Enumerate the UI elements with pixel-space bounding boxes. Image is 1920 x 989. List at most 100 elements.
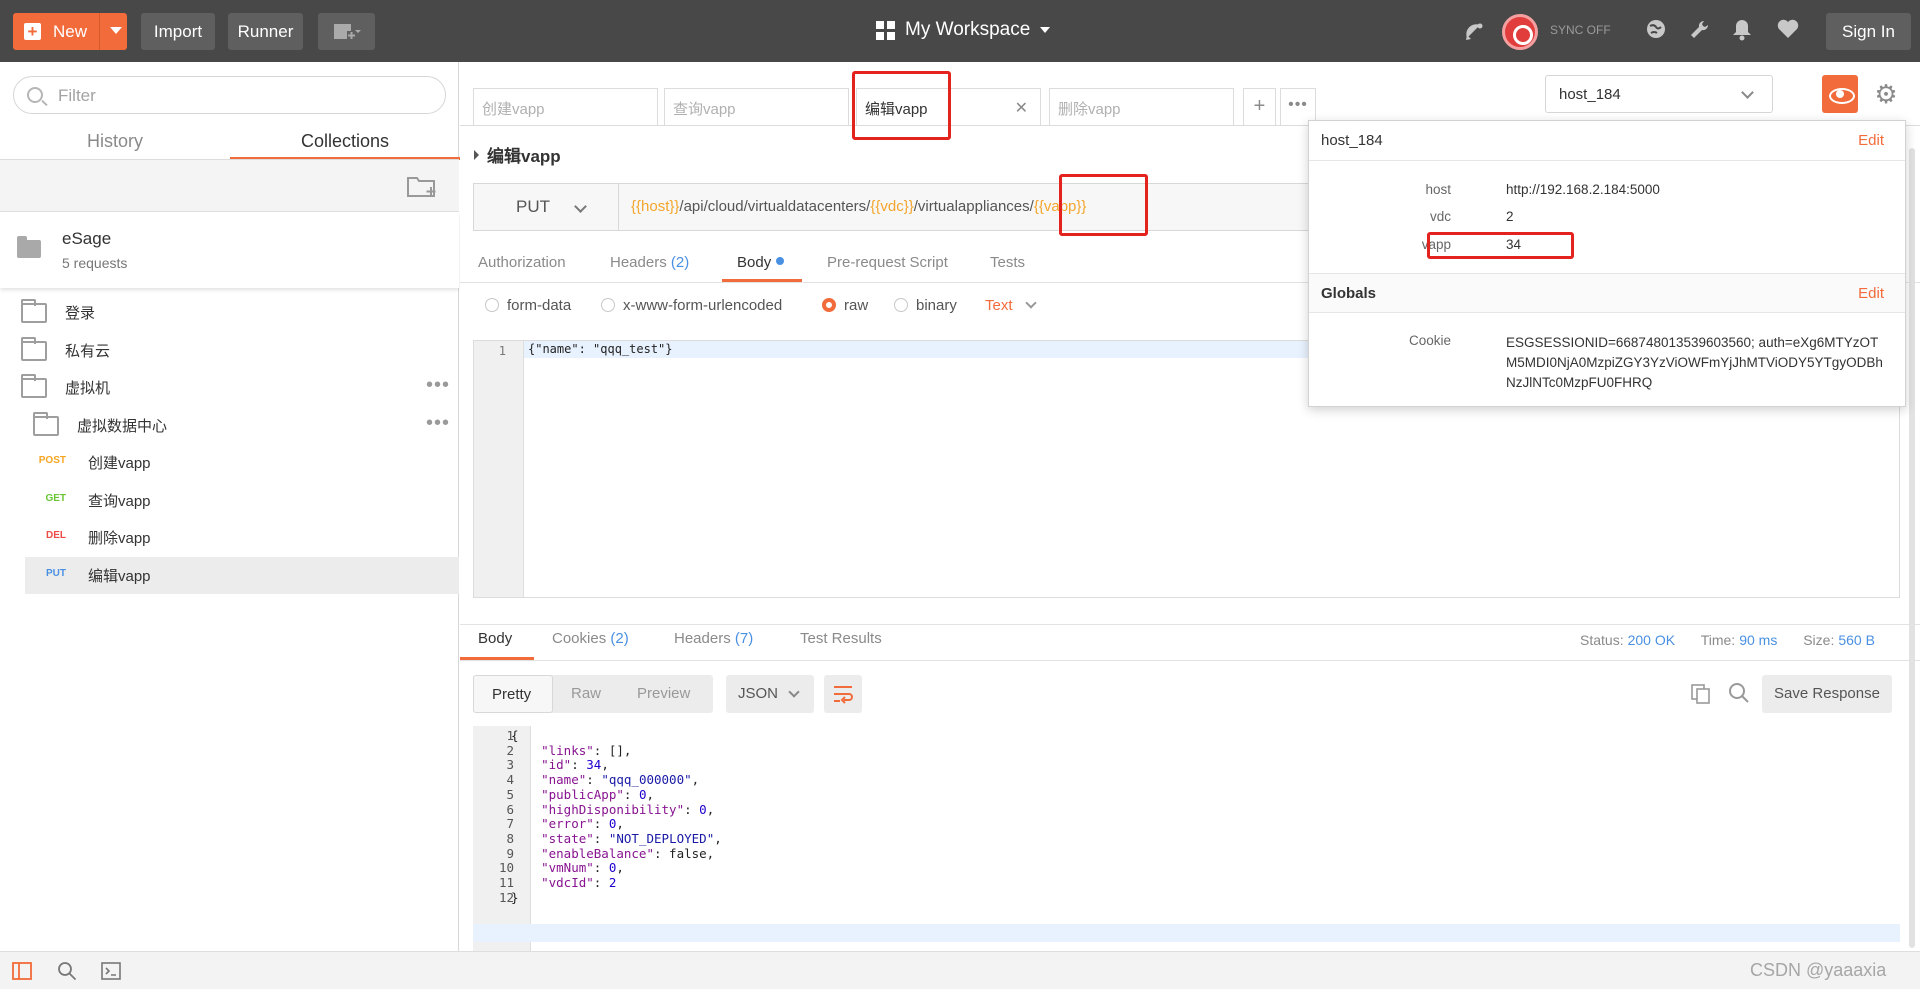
line-number: 11 bbox=[498, 875, 514, 890]
search-icon bbox=[27, 87, 43, 103]
highlight-box-url-var bbox=[1059, 174, 1148, 236]
environment-quick-look: host_184 Edit host http://192.168.2.184:… bbox=[1308, 120, 1906, 407]
tab-create-vapp[interactable]: 创建vapp bbox=[473, 88, 658, 126]
tab-headers[interactable]: Headers (2) bbox=[610, 254, 689, 271]
global-cookie-value: ESGSESSIONID=668748013539603560; auth=eX… bbox=[1506, 335, 1883, 390]
response-line: "vdcId": 2 bbox=[511, 875, 617, 890]
bell-icon[interactable] bbox=[1729, 18, 1755, 44]
tab-collections[interactable]: Collections bbox=[230, 126, 460, 160]
wrap-lines-button[interactable] bbox=[824, 675, 862, 713]
tab-history[interactable]: History bbox=[0, 126, 230, 160]
environment-title: host_184 bbox=[1321, 132, 1383, 149]
tab-query-vapp[interactable]: 查询vapp bbox=[664, 88, 849, 126]
sign-in-button[interactable]: Sign In bbox=[1826, 13, 1911, 50]
request-delete-vapp[interactable]: DEL 删除vapp bbox=[0, 519, 459, 556]
save-response-button[interactable]: Save Response bbox=[1762, 675, 1892, 713]
url-input[interactable]: {{host}}/api/cloud/virtualdatacenters/{{… bbox=[631, 198, 1086, 215]
filter-input[interactable]: Filter bbox=[13, 76, 446, 114]
environment-quick-look-eye-icon[interactable] bbox=[1822, 75, 1858, 113]
folder-open-icon bbox=[21, 374, 47, 398]
radio-urlencoded[interactable]: x-www-form-urlencoded bbox=[601, 297, 782, 314]
search-icon[interactable] bbox=[1728, 682, 1750, 704]
new-collection-icon[interactable] bbox=[406, 173, 438, 199]
chevron-down-icon bbox=[1024, 297, 1037, 309]
request-query-vapp[interactable]: GET 查询vapp bbox=[0, 482, 459, 519]
tab-delete-vapp[interactable]: 删除vapp bbox=[1049, 88, 1234, 126]
folder-vm[interactable]: 虚拟机 ••• bbox=[0, 369, 459, 406]
response-meta: Status: 200 OK Time: 90 ms Size: 560 B bbox=[1580, 632, 1875, 648]
folder-open-icon bbox=[33, 412, 59, 436]
request-edit-vapp[interactable]: PUT 编辑vapp bbox=[25, 557, 459, 594]
environment-select[interactable]: host_184 bbox=[1545, 75, 1773, 113]
request-label: 编辑vapp bbox=[88, 568, 151, 585]
response-language-select[interactable]: JSON bbox=[726, 675, 814, 713]
line-number: 12 bbox=[498, 889, 514, 905]
runner-button[interactable]: Runner bbox=[228, 13, 303, 50]
new-button[interactable]: + New bbox=[13, 13, 127, 50]
folder-private-cloud[interactable]: 私有云 bbox=[0, 332, 459, 369]
new-button-label: New bbox=[53, 22, 88, 41]
radio-binary[interactable]: binary bbox=[894, 297, 957, 314]
format-raw-button[interactable]: Raw bbox=[571, 685, 601, 702]
body-code[interactable]: {"name": "qqq_test"} bbox=[528, 342, 673, 356]
globals-title: Globals bbox=[1321, 285, 1377, 302]
time-value: 90 ms bbox=[1739, 632, 1778, 648]
response-tab-cookies[interactable]: Cookies (2) bbox=[552, 630, 629, 647]
more-icon[interactable]: ••• bbox=[426, 375, 450, 395]
response-tab-test-results[interactable]: Test Results bbox=[800, 630, 882, 647]
close-icon[interactable]: ✕ bbox=[1015, 98, 1028, 118]
workspace-name: My Workspace bbox=[905, 19, 1031, 40]
collection-esage[interactable]: eSage 5 requests bbox=[0, 212, 459, 288]
console-icon[interactable] bbox=[101, 961, 121, 981]
wrench-icon[interactable] bbox=[1687, 18, 1713, 44]
new-dropdown-caret-icon[interactable] bbox=[110, 27, 122, 34]
content-type-select[interactable]: Text bbox=[985, 297, 1037, 314]
status-bar: CSDN @yaaaxia bbox=[0, 951, 1920, 989]
edit-environment-link[interactable]: Edit bbox=[1858, 132, 1884, 149]
find-icon[interactable] bbox=[57, 961, 77, 981]
gear-icon[interactable]: ⚙ bbox=[1868, 77, 1904, 113]
request-create-vapp[interactable]: POST 创建vapp bbox=[0, 444, 459, 481]
sidebar-toggle-icon[interactable] bbox=[12, 961, 32, 981]
request-name[interactable]: 编辑vapp bbox=[474, 142, 561, 167]
globe-icon[interactable] bbox=[1643, 18, 1669, 44]
response-tab-headers[interactable]: Headers (7) bbox=[674, 630, 753, 647]
filter-placeholder: Filter bbox=[58, 86, 96, 105]
copy-icon[interactable] bbox=[1690, 683, 1712, 705]
more-icon[interactable]: ••• bbox=[426, 413, 450, 433]
url-variable: {{host}} bbox=[631, 198, 680, 215]
method-badge: GET bbox=[45, 493, 66, 504]
folder-login[interactable]: 登录 bbox=[0, 294, 459, 331]
folder-icon bbox=[21, 299, 47, 323]
line-number: 4 bbox=[506, 772, 514, 788]
new-tab-button[interactable]: + bbox=[1243, 88, 1276, 126]
modified-dot-icon bbox=[776, 257, 785, 265]
new-window-icon bbox=[333, 23, 361, 40]
collection-name: eSage bbox=[62, 229, 112, 248]
line-number: 3 bbox=[506, 757, 514, 773]
import-button[interactable]: Import bbox=[141, 13, 215, 50]
tab-prerequest-script[interactable]: Pre-request Script bbox=[827, 254, 948, 271]
heart-icon[interactable] bbox=[1775, 18, 1801, 44]
format-pretty-button[interactable]: Pretty bbox=[473, 675, 553, 713]
format-preview-button[interactable]: Preview bbox=[637, 685, 690, 702]
response-body[interactable]: 1{2 "links": [], 3 "id": 34, 4 "name": "qq… bbox=[473, 726, 1900, 989]
workspace-grid-icon bbox=[876, 20, 895, 40]
workspace-switcher[interactable]: My Workspace bbox=[876, 19, 1051, 41]
sync-icon[interactable] bbox=[1502, 14, 1538, 50]
line-number: 10 bbox=[498, 860, 514, 876]
tab-body[interactable]: Body bbox=[737, 254, 785, 271]
method-select[interactable]: PUT bbox=[474, 184, 619, 230]
tab-authorization[interactable]: Authorization bbox=[478, 254, 566, 271]
radio-raw[interactable]: raw bbox=[822, 297, 868, 314]
satellite-icon[interactable] bbox=[1462, 18, 1488, 44]
radio-form-data[interactable]: form-data bbox=[485, 297, 571, 314]
tab-tests[interactable]: Tests bbox=[990, 254, 1025, 271]
wrap-icon bbox=[834, 686, 853, 704]
scrollbar[interactable] bbox=[1909, 148, 1915, 948]
response-tab-body[interactable]: Body bbox=[478, 630, 512, 647]
top-bar: + New Import Runner My Workspace SYNC OF… bbox=[0, 0, 1920, 62]
folder-vdc[interactable]: 虚拟数据中心 ••• bbox=[0, 407, 459, 444]
new-window-button[interactable] bbox=[318, 13, 375, 50]
edit-globals-link[interactable]: Edit bbox=[1858, 285, 1884, 302]
